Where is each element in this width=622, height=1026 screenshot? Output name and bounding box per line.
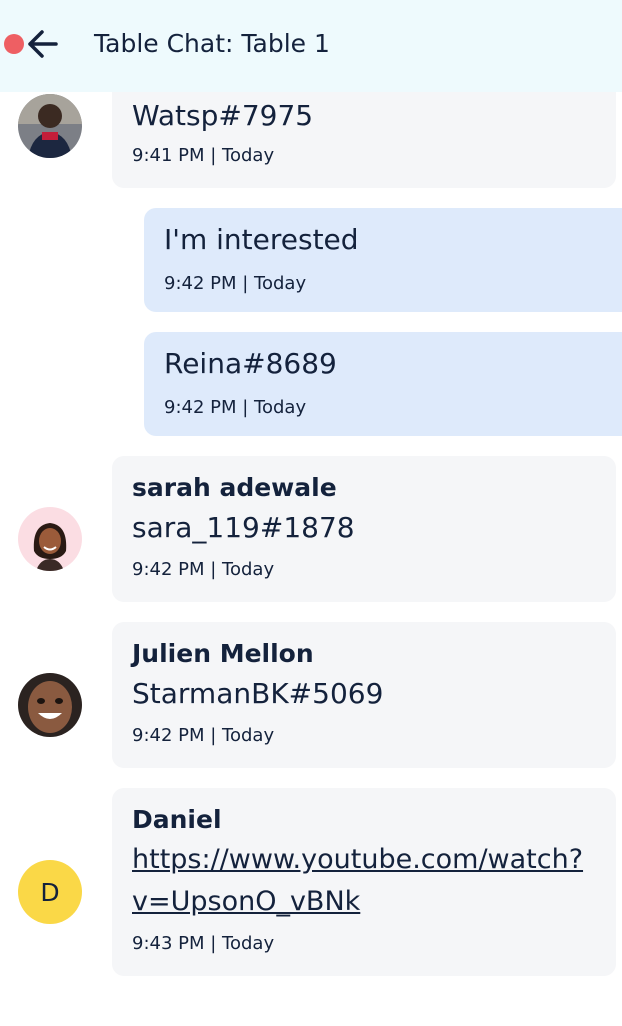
message-text: Watsp#7975: [132, 99, 314, 132]
message-bubble[interactable]: sarah adewale sara_119#1878 9:42 PM | To…: [112, 456, 616, 602]
avatar-letter: D: [40, 877, 60, 907]
message-bubble[interactable]: Watsp#7975 9:41 PM | Today: [112, 80, 616, 188]
page-title: Table Chat: Table 1: [94, 29, 330, 58]
chat-feed: Watsp#7975 9:41 PM | Today I'm intereste…: [0, 0, 622, 1026]
avatar[interactable]: D: [18, 860, 82, 924]
chat-header: Table Chat: Table 1: [0, 0, 622, 92]
message-time: 9:42 PM | Today: [164, 273, 307, 294]
message-time: 9:42 PM | Today: [164, 397, 307, 418]
avatar[interactable]: [18, 94, 82, 158]
message-bubble-outgoing[interactable]: Reina#8689 9:42 PM | Today: [144, 332, 622, 436]
message-time: 9:43 PM | Today: [132, 933, 275, 954]
arrow-left-icon: [28, 30, 58, 58]
message-text: Reina#8689: [164, 347, 337, 380]
sender-name: Daniel: [132, 805, 222, 834]
avatar[interactable]: [18, 673, 82, 737]
status-dot: [4, 34, 24, 54]
sender-name: sarah adewale: [132, 473, 337, 502]
sender-name: Julien Mellon: [132, 639, 314, 668]
message-time: 9:42 PM | Today: [132, 725, 275, 746]
message-text: sara_119#1878: [132, 511, 355, 544]
message-time: 9:42 PM | Today: [132, 559, 275, 580]
back-button[interactable]: [22, 24, 62, 64]
message-text: I'm interested: [164, 223, 359, 256]
message-bubble[interactable]: Daniel https://www.youtube.com/watch? v=…: [112, 788, 616, 976]
message-link[interactable]: https://www.youtube.com/watch?: [132, 840, 596, 880]
avatar[interactable]: [18, 507, 82, 571]
message-link[interactable]: v=UpsonO_vBNk: [132, 882, 596, 922]
message-text: StarmanBK#5069: [132, 677, 384, 710]
message-bubble-outgoing[interactable]: I'm interested 9:42 PM | Today: [144, 208, 622, 312]
message-bubble[interactable]: Julien Mellon StarmanBK#5069 9:42 PM | T…: [112, 622, 616, 768]
message-time: 9:41 PM | Today: [132, 145, 275, 166]
